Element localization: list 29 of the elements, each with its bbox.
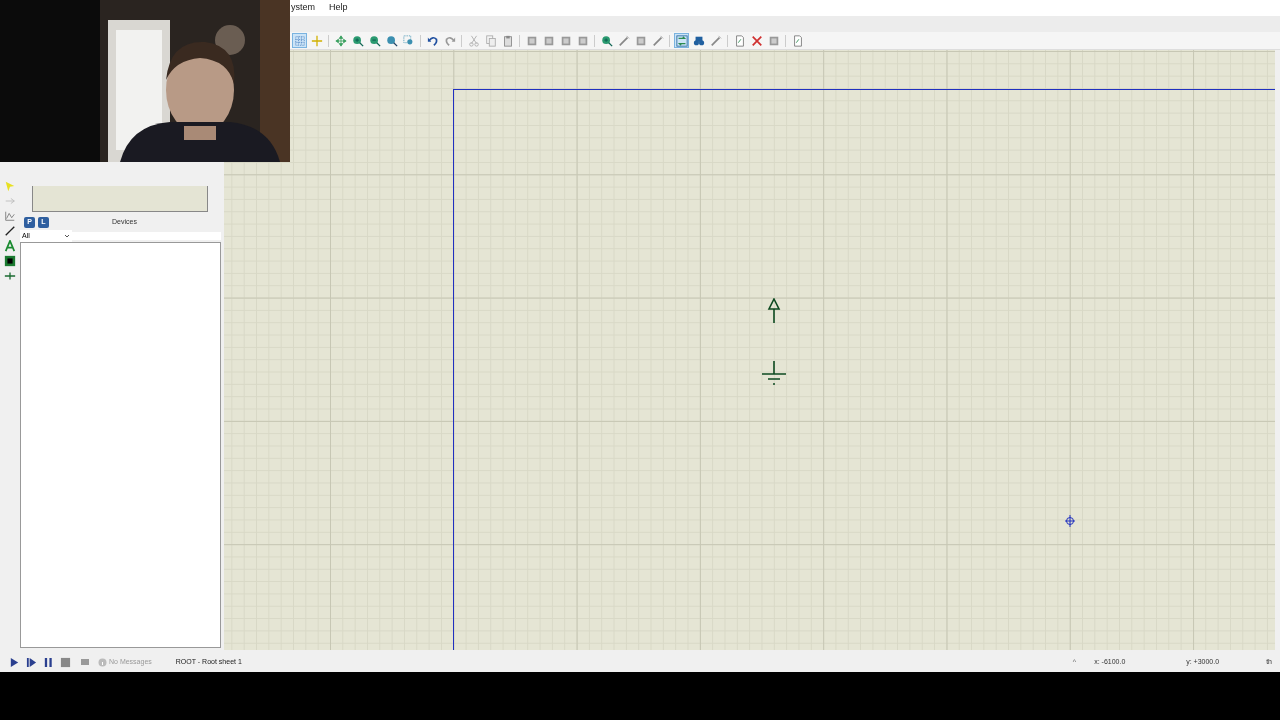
ground-terminal-icon[interactable] (760, 360, 788, 386)
play-button[interactable] (8, 655, 21, 669)
menu-item[interactable]: ystem (290, 1, 316, 15)
delete-button[interactable] (749, 33, 764, 48)
wand-button[interactable] (616, 33, 631, 48)
box-icon[interactable] (4, 255, 16, 267)
text-icon[interactable] (4, 240, 16, 252)
info-icon (98, 657, 107, 667)
zoom-in-button[interactable] (599, 33, 614, 48)
origin-marker-icon (1065, 515, 1075, 527)
zoom-out-button[interactable] (367, 33, 382, 48)
wand-button[interactable] (708, 33, 723, 48)
grid-button[interactable] (292, 33, 307, 48)
chevron-icon (64, 233, 70, 239)
pause-button[interactable] (42, 655, 55, 669)
pan-button[interactable] (333, 33, 348, 48)
menu-item[interactable]: Help (328, 1, 349, 15)
crosshair-button[interactable] (309, 33, 324, 48)
copy-button[interactable] (483, 33, 498, 48)
marker-icon[interactable] (4, 270, 16, 282)
swap-button[interactable] (674, 33, 689, 48)
wand-button[interactable] (650, 33, 665, 48)
power-terminal-icon[interactable] (767, 298, 781, 324)
zoom-in-button[interactable] (350, 33, 365, 48)
line-icon[interactable] (4, 225, 16, 237)
scissors-button[interactable] (466, 33, 481, 48)
step-button[interactable] (25, 655, 38, 669)
log-icon[interactable] (80, 657, 90, 667)
zoom-button[interactable] (384, 33, 399, 48)
